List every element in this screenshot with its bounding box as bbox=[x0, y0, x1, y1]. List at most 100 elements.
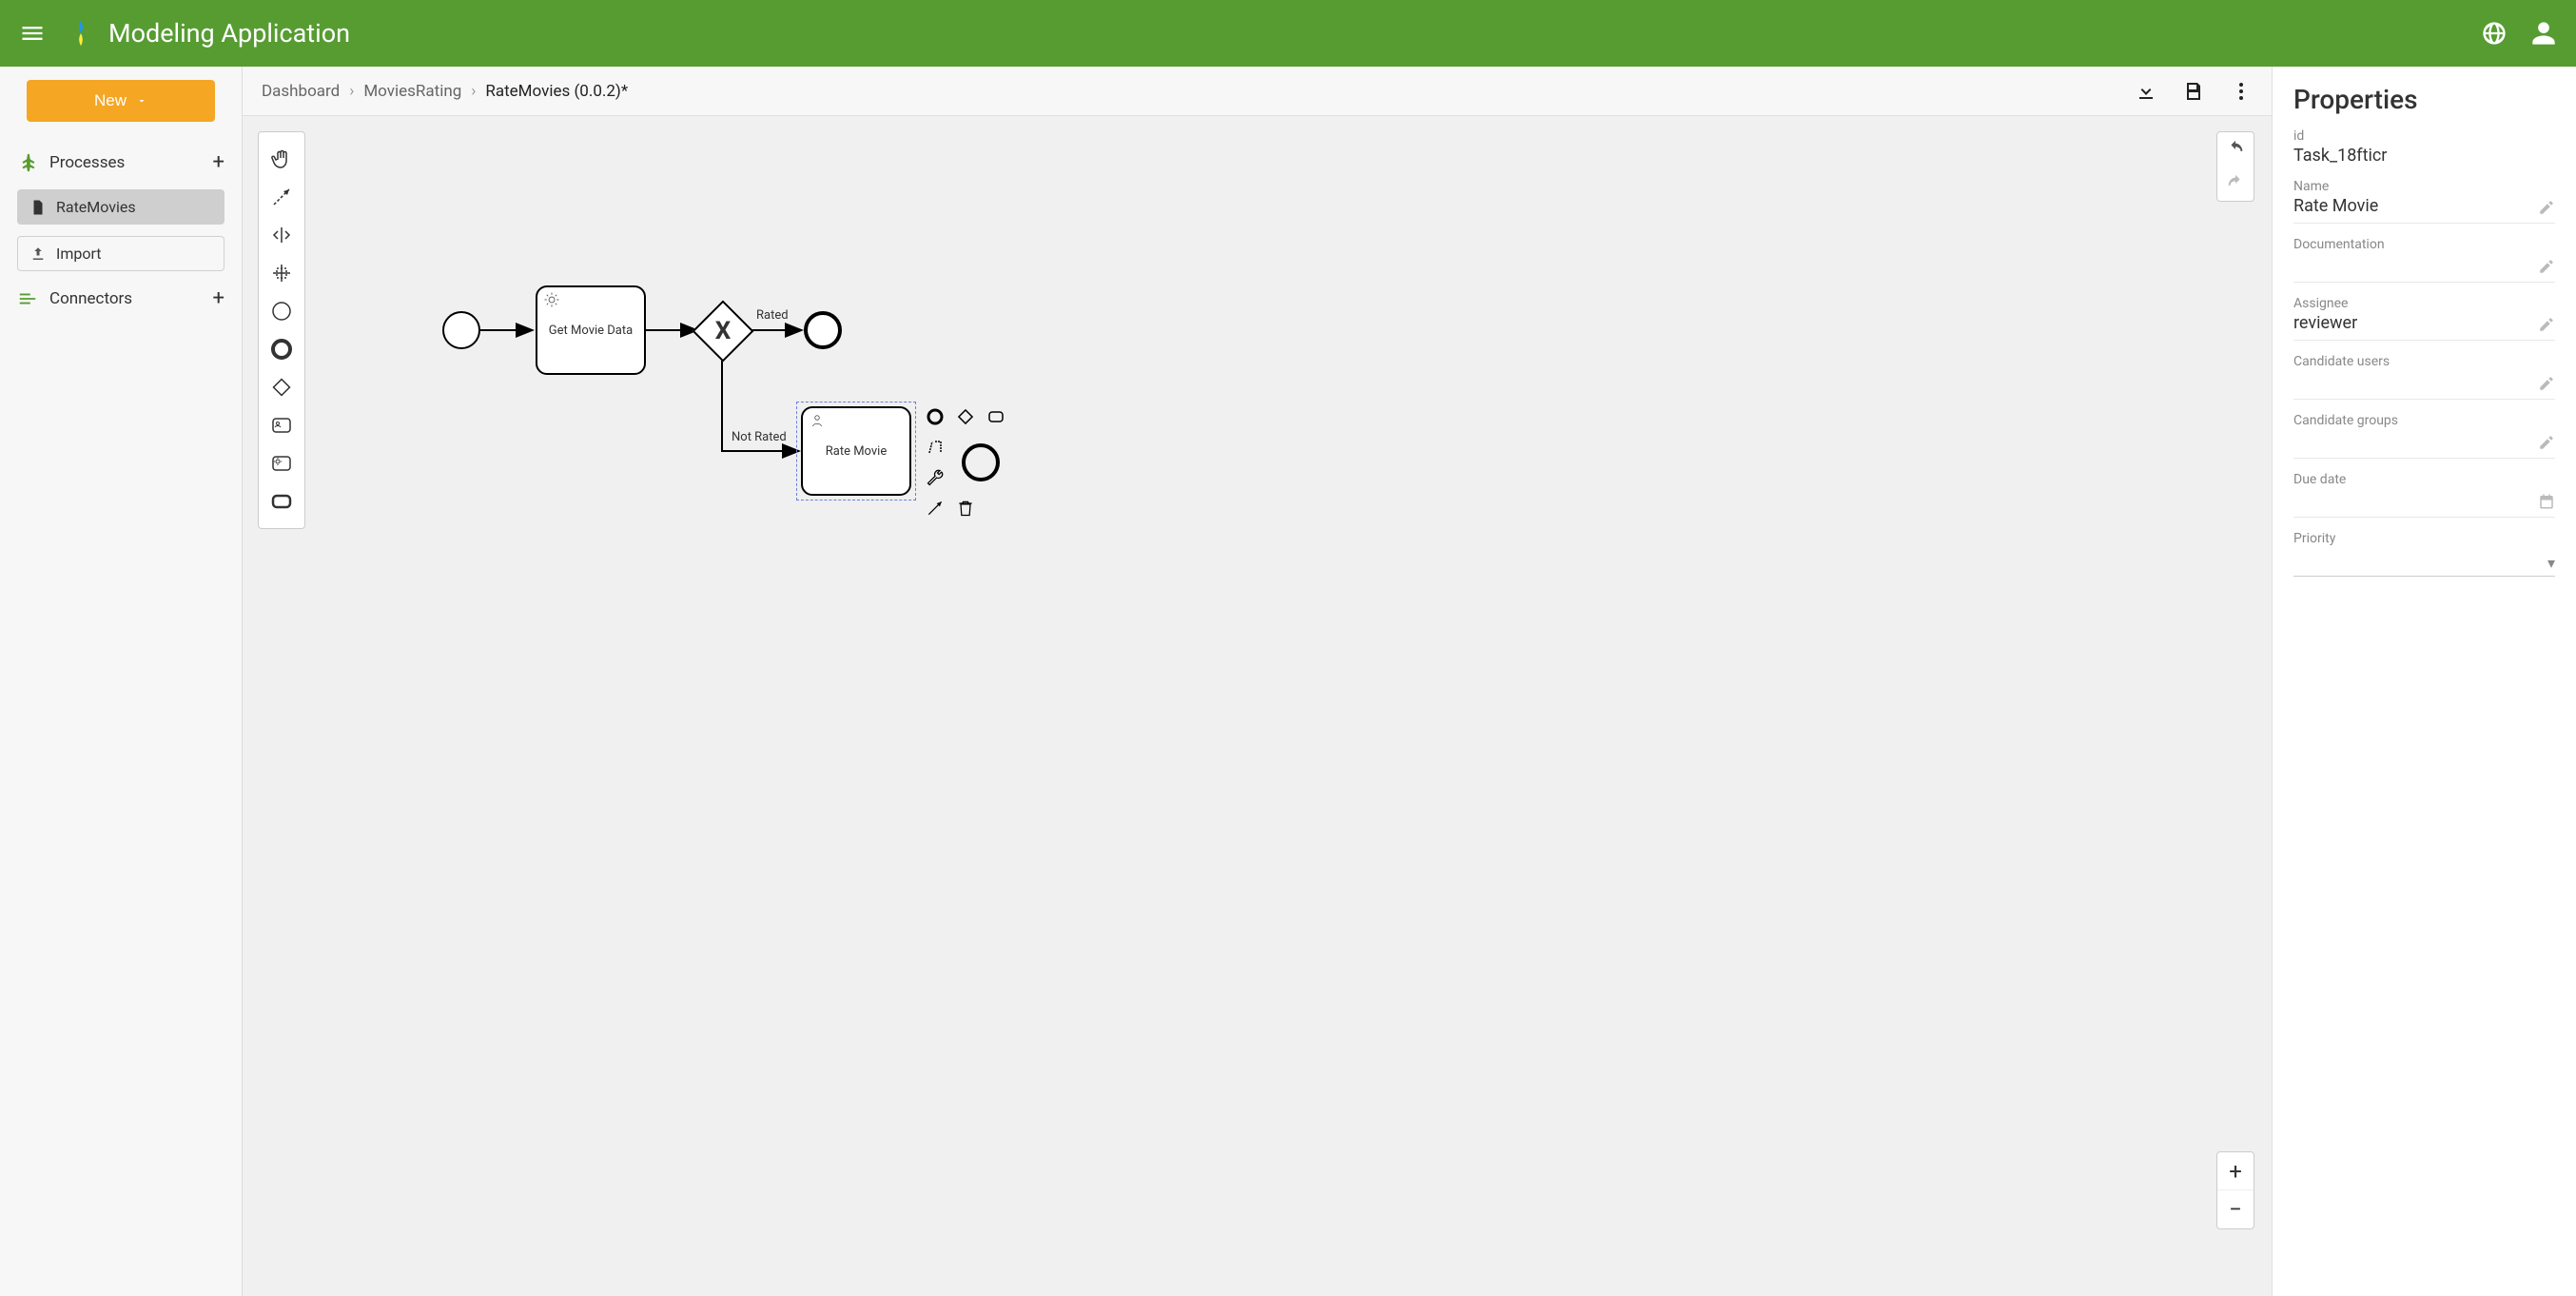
hamburger-icon bbox=[19, 20, 46, 47]
bpmn-task-get-movie-data[interactable]: Get Movie Data bbox=[536, 285, 646, 375]
zoom-out-button[interactable]: − bbox=[2217, 1190, 2254, 1228]
new-button[interactable]: New bbox=[27, 80, 215, 122]
dropdown-caret-icon: ▾ bbox=[2547, 554, 2555, 572]
breadcrumb-bar: Dashboard › MoviesRating › RateMovies (0… bbox=[243, 67, 2272, 116]
space-tool[interactable] bbox=[265, 216, 298, 254]
wrench-icon bbox=[926, 468, 945, 487]
prop-value-documentation[interactable] bbox=[2293, 254, 2538, 275]
breadcrumb-dashboard[interactable]: Dashboard bbox=[262, 82, 340, 101]
context-wrench[interactable] bbox=[922, 464, 948, 491]
prop-label-due-date: Due date bbox=[2293, 472, 2555, 487]
prop-value-priority[interactable]: ▾ bbox=[2293, 550, 2555, 577]
canvas-wrap: + − bbox=[243, 116, 2272, 1296]
service-task-tool[interactable] bbox=[265, 444, 298, 482]
hamburger-menu-button[interactable] bbox=[19, 20, 46, 47]
annotation-icon bbox=[926, 438, 945, 457]
start-event-tool[interactable] bbox=[265, 292, 298, 330]
trash-icon bbox=[956, 499, 975, 518]
connect-arrow-icon bbox=[926, 499, 945, 518]
task-tool[interactable] bbox=[265, 482, 298, 520]
language-icon[interactable] bbox=[2481, 20, 2508, 47]
end-event-tool[interactable] bbox=[265, 330, 298, 368]
global-connect-tool[interactable] bbox=[265, 254, 298, 292]
properties-title: Properties bbox=[2293, 84, 2555, 115]
circle-thin-icon bbox=[270, 300, 293, 323]
prop-value-candidate-users[interactable] bbox=[2293, 371, 2538, 392]
prop-value-candidate-groups[interactable] bbox=[2293, 430, 2538, 451]
breadcrumb-project[interactable]: MoviesRating bbox=[363, 82, 461, 101]
sidebar-item-label: Import bbox=[56, 245, 102, 263]
bpmn-start-event[interactable] bbox=[442, 311, 480, 349]
context-append-task[interactable] bbox=[983, 403, 1009, 430]
flow-label-rated[interactable]: Rated bbox=[756, 308, 789, 323]
gateway-tool[interactable] bbox=[265, 368, 298, 406]
app-title: Modeling Application bbox=[108, 18, 350, 49]
lasso-tool[interactable] bbox=[265, 178, 298, 216]
flow-label-not-rated[interactable]: Not Rated bbox=[732, 430, 787, 444]
edit-icon[interactable] bbox=[2538, 316, 2555, 333]
prop-value-assignee[interactable]: reviewer bbox=[2293, 313, 2357, 333]
hand-icon bbox=[270, 147, 293, 170]
diagram-canvas[interactable]: Get Movie Data X Rated Not Rated Rate Mo… bbox=[243, 116, 2272, 1296]
circle-thick-icon bbox=[270, 338, 293, 361]
sidebar-item-ratemovies[interactable]: RateMovies bbox=[17, 189, 224, 225]
diamond-icon bbox=[956, 407, 975, 426]
sidebar-section-label: Connectors bbox=[49, 289, 132, 308]
prop-label-name: Name bbox=[2293, 179, 2555, 194]
user-task-tool[interactable] bbox=[265, 406, 298, 444]
hand-tool[interactable] bbox=[265, 140, 298, 178]
context-connect[interactable] bbox=[922, 495, 948, 521]
sidebar-section-label: Processes bbox=[49, 153, 125, 172]
circle-thick-large-icon bbox=[960, 442, 1002, 483]
app-header: Modeling Application bbox=[0, 0, 2576, 67]
dropdown-caret-icon bbox=[136, 95, 147, 107]
context-delete[interactable] bbox=[952, 495, 979, 521]
prop-label-candidate-users: Candidate users bbox=[2293, 354, 2555, 369]
diamond-icon bbox=[270, 376, 293, 399]
prop-value-name[interactable]: Rate Movie bbox=[2293, 196, 2378, 216]
gear-icon bbox=[543, 291, 560, 308]
task-label: Get Movie Data bbox=[549, 324, 633, 338]
context-annotation[interactable] bbox=[922, 434, 948, 461]
connectors-icon bbox=[17, 288, 38, 309]
edit-icon[interactable] bbox=[2538, 434, 2555, 451]
zoom-controls: + − bbox=[2216, 1151, 2254, 1229]
add-connector-icon[interactable]: + bbox=[213, 286, 224, 310]
calendar-icon[interactable] bbox=[2538, 493, 2555, 510]
context-append-end-event[interactable] bbox=[922, 403, 948, 430]
more-vert-icon[interactable] bbox=[2230, 80, 2253, 103]
left-sidebar: New Processes + RateMovies Import Connec… bbox=[0, 67, 243, 1296]
save-icon[interactable] bbox=[2182, 80, 2205, 103]
redo-icon bbox=[2225, 173, 2246, 194]
breadcrumb-separator: › bbox=[349, 82, 354, 101]
add-process-icon[interactable]: + bbox=[213, 150, 224, 174]
user-icon[interactable] bbox=[2530, 20, 2557, 47]
prop-value-id: Task_18fticr bbox=[2293, 146, 2555, 166]
sidebar-section-processes[interactable]: Processes + bbox=[0, 141, 242, 184]
rounded-rect-icon bbox=[270, 490, 293, 513]
properties-panel: Properties id Task_18fticr Name Rate Mov… bbox=[2272, 67, 2576, 1296]
zoom-in-button[interactable]: + bbox=[2217, 1152, 2254, 1190]
breadcrumb-current: RateMovies (0.0.2)* bbox=[485, 82, 628, 101]
context-append-intermediate[interactable] bbox=[952, 434, 1009, 491]
context-pad bbox=[922, 403, 1009, 521]
undo-button[interactable] bbox=[2217, 132, 2254, 167]
bpmn-end-event[interactable] bbox=[804, 311, 842, 349]
task-label: Rate Movie bbox=[826, 444, 887, 459]
bpmn-task-rate-movie[interactable]: Rate Movie bbox=[801, 406, 911, 496]
user-icon bbox=[809, 412, 826, 429]
prop-label-candidate-groups: Candidate groups bbox=[2293, 413, 2555, 428]
prop-label-assignee: Assignee bbox=[2293, 296, 2555, 311]
edit-icon[interactable] bbox=[2538, 199, 2555, 216]
edit-icon[interactable] bbox=[2538, 258, 2555, 275]
sidebar-item-import[interactable]: Import bbox=[17, 236, 224, 271]
prop-label-priority: Priority bbox=[2293, 531, 2555, 546]
redo-button[interactable] bbox=[2217, 167, 2254, 201]
download-icon[interactable] bbox=[2135, 80, 2157, 103]
sidebar-section-connectors[interactable]: Connectors + bbox=[0, 277, 242, 320]
prop-value-due-date[interactable] bbox=[2293, 489, 2538, 510]
upload-icon bbox=[29, 245, 47, 263]
context-append-gateway[interactable] bbox=[952, 403, 979, 430]
file-icon bbox=[29, 199, 47, 216]
edit-icon[interactable] bbox=[2538, 375, 2555, 392]
